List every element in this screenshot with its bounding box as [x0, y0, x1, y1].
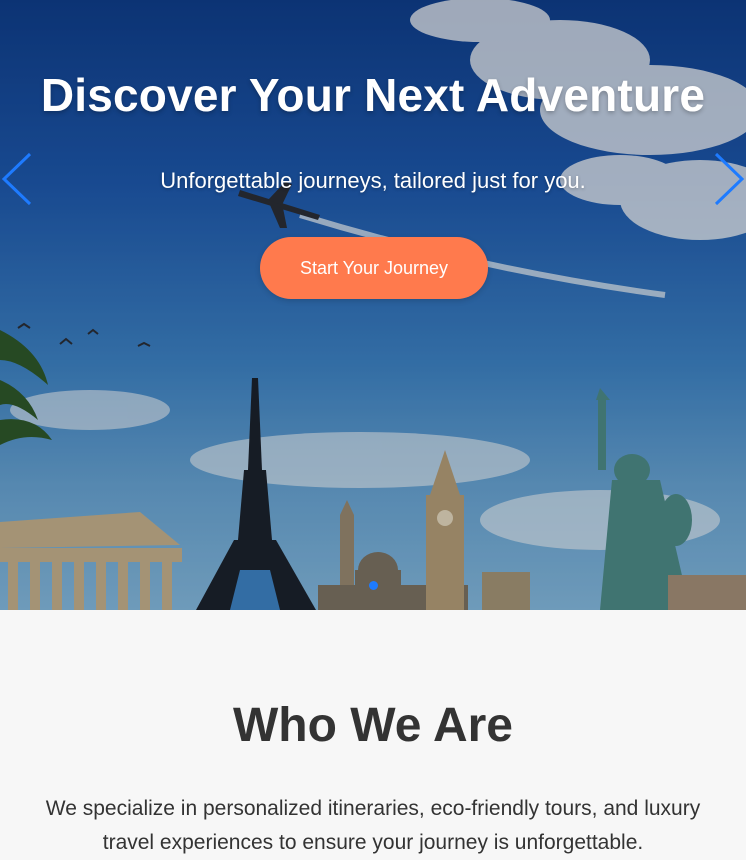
- hero-section: Discover Your Next Adventure Unforgettab…: [0, 0, 746, 610]
- hero-subtitle: Unforgettable journeys, tailored just fo…: [160, 168, 586, 193]
- chevron-right-icon: [714, 152, 745, 206]
- carousel-next-button[interactable]: [710, 150, 746, 208]
- about-title: Who We Are: [232, 699, 513, 752]
- start-journey-button[interactable]: Start Your Journey: [260, 237, 488, 299]
- chevron-left-icon: [1, 152, 32, 206]
- carousel-dot-active[interactable]: [369, 581, 378, 590]
- hero-title: Discover Your Next Adventure: [40, 69, 706, 121]
- carousel-prev-button[interactable]: [0, 150, 36, 208]
- about-section: Who We Are We specialize in personalized…: [0, 610, 746, 854]
- about-description: We specialize in personalized itinerarie…: [45, 797, 701, 854]
